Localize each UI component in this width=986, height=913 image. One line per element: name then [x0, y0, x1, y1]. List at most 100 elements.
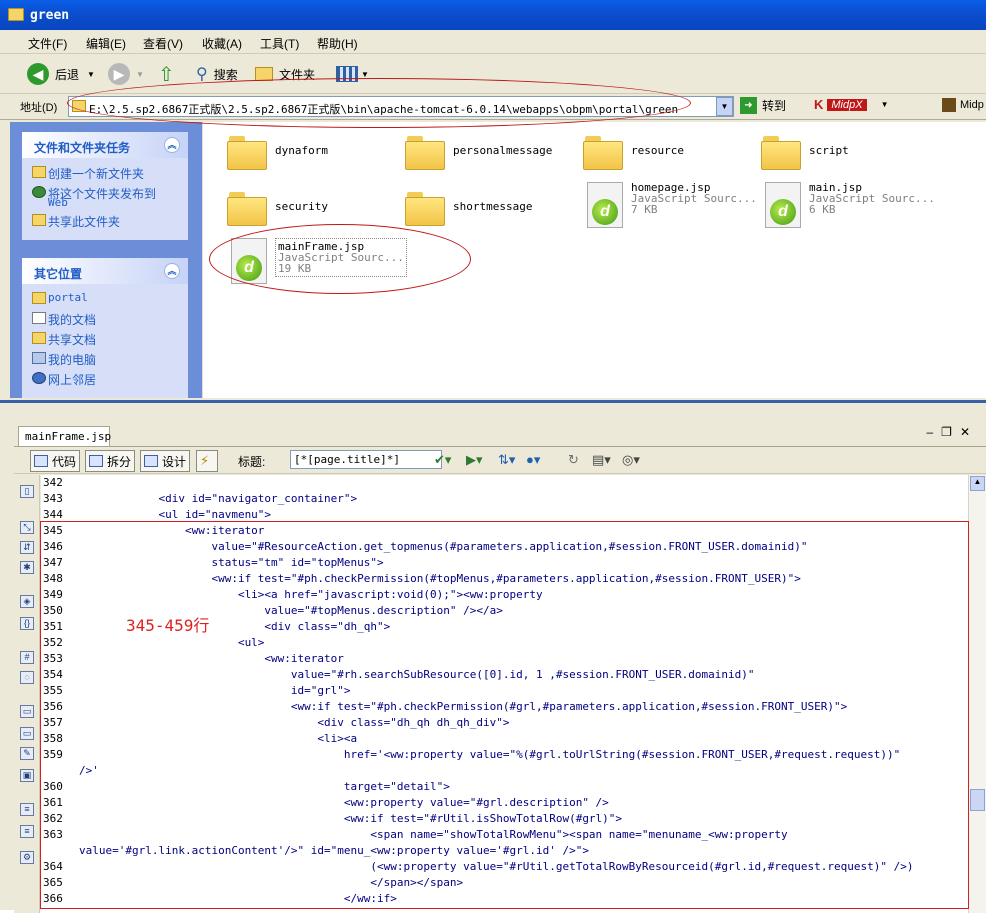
outdent-icon[interactable]: ≡ — [20, 825, 34, 838]
folder-item[interactable]: dynaform — [227, 130, 405, 180]
restore-icon[interactable]: ❐ — [941, 425, 960, 439]
folder-item[interactable]: resource — [583, 130, 761, 180]
file-tasks-header[interactable]: 文件和文件夹任务 ︽ — [22, 132, 188, 158]
code-line[interactable]: 366 </ww:if> — [41, 891, 397, 907]
title-bar[interactable]: green — [0, 0, 986, 30]
view-options-icon[interactable]: ▤▾ — [592, 452, 611, 468]
code-line[interactable]: 360 target="detail"> — [41, 779, 450, 795]
code-line[interactable]: 353 <ww:iterator — [41, 651, 344, 667]
folders-button[interactable]: 文件夹 — [255, 62, 315, 86]
folder-item[interactable]: script — [761, 130, 939, 180]
code-line[interactable]: 357 <div class="dh_qh dh_qh_div"> — [41, 715, 509, 731]
file-item-selected[interactable]: d mainFrame.jsp JavaScript Sourc... 19 K… — [231, 238, 409, 288]
code-line[interactable]: 356 <ww:if test="#ph.checkPermission(#gr… — [41, 699, 847, 715]
search-button[interactable]: ⚲ 搜索 — [196, 62, 238, 86]
refresh-icon[interactable]: ↻ — [568, 452, 579, 468]
folder-item[interactable]: shortmessage — [405, 186, 583, 236]
code-line[interactable]: 365 </span></span> — [41, 875, 463, 891]
collapse-tag-icon[interactable]: ⤡ — [20, 521, 34, 534]
browser-check-icon[interactable]: ●▾ — [526, 452, 540, 468]
address-dropdown-icon[interactable]: ▼ — [716, 97, 733, 116]
validate-icon[interactable]: ✔▾ — [434, 452, 451, 468]
back-button[interactable]: ◀ 后退 ▼ — [27, 62, 95, 86]
code-line[interactable]: 354 value="#rh.searchSubResource([0].id,… — [41, 667, 755, 683]
dropdown-icon[interactable]: ▼ — [136, 70, 144, 79]
scroll-thumb[interactable] — [970, 789, 985, 811]
midpx-button[interactable]: K MidpX ▼ — [814, 97, 889, 112]
document-tab[interactable]: mainFrame.jsp — [18, 426, 111, 446]
menu-favorites[interactable]: 收藏(A) — [202, 35, 242, 52]
other-places-header[interactable]: 其它位置 ︽ — [22, 258, 188, 284]
views-button[interactable]: ▼ — [336, 62, 369, 86]
code-line[interactable]: 343 <div id="navigator_container"> — [41, 491, 357, 507]
apply-comment-icon[interactable]: ▭ — [20, 705, 34, 718]
code-line[interactable]: 361 <ww:property value="#grl.description… — [41, 795, 609, 811]
menu-tools[interactable]: 工具(T) — [260, 35, 299, 52]
code-line[interactable]: 342 — [41, 475, 79, 491]
live-view-button[interactable]: ⚡ — [196, 450, 218, 472]
file-management-icon[interactable]: ⇅▾ — [498, 452, 515, 468]
address-input[interactable]: E:\2.5.sp2.6867正式版\2.5.sp2.6867正式版\bin\a… — [68, 96, 734, 117]
code-line[interactable]: 362 <ww:if test="#rUtil.isShowTotalRow(#… — [41, 811, 622, 827]
collapse-selection-icon[interactable]: ⇵ — [20, 541, 34, 554]
code-line[interactable]: 349 <li><a href="javascript:void(0);"><w… — [41, 587, 543, 603]
recent-snippets-icon[interactable]: ▣ — [20, 769, 34, 782]
code-line[interactable]: 359 href='<ww:property value="%(#grl.toU… — [41, 747, 900, 763]
place-shared-documents[interactable]: 共享文档 — [22, 328, 188, 348]
select-parent-tag-icon[interactable]: ◈ — [20, 595, 34, 608]
code-line[interactable]: 347 status="tm" id="topMenus"> — [41, 555, 384, 571]
code-view[interactable]: 342 343 <div id="navigator_container"> 344… — [41, 475, 968, 913]
code-line[interactable]: 355 id="grl"> — [41, 683, 351, 699]
task-new-folder[interactable]: 创建一个新文件夹 — [22, 162, 188, 182]
menu-file[interactable]: 文件(F) — [28, 35, 67, 52]
code-line[interactable]: 350 value="#topMenus.description" /></a> — [41, 603, 503, 619]
expand-all-icon[interactable]: ✱ — [20, 561, 34, 574]
task-publish-web[interactable]: 将这个文件夹发布到 — [22, 182, 188, 201]
code-line[interactable]: 348 <ww:if test="#ph.checkPermission(#to… — [41, 571, 801, 587]
place-portal[interactable]: portal — [22, 288, 188, 308]
task-publish-web-2[interactable]: Web — [22, 196, 188, 210]
line-numbers-icon[interactable]: # — [20, 651, 34, 664]
code-view-button[interactable]: 代码 — [30, 450, 81, 472]
place-network[interactable]: 网上邻居 — [22, 368, 188, 388]
scroll-up-icon[interactable]: ▲ — [970, 476, 985, 491]
collapse-chevron-icon[interactable]: ︽ — [164, 263, 180, 279]
remove-comment-icon[interactable]: ▭ — [20, 727, 34, 740]
go-button[interactable]: ➜ 转到 — [740, 97, 786, 114]
code-line[interactable]: 363 <span name="showTotalRowMenu"><span … — [41, 827, 788, 843]
menu-edit[interactable]: 编辑(E) — [86, 35, 126, 52]
file-item[interactable]: d homepage.jsp JavaScript Sourc... 7 KB — [587, 182, 765, 232]
place-my-computer[interactable]: 我的电脑 — [22, 348, 188, 368]
visual-aids-icon[interactable]: ◎▾ — [622, 452, 640, 468]
folder-item[interactable]: security — [227, 186, 405, 236]
preview-icon[interactable]: ▶▾ — [466, 452, 483, 468]
code-line[interactable]: 352 <ul> — [41, 635, 264, 651]
code-scrollbar[interactable]: ▲ — [968, 475, 986, 913]
code-line[interactable]: 346 value="#ResourceAction.get_topmenus(… — [41, 539, 807, 555]
page-title-input[interactable]: [*[page.title]*] — [290, 450, 442, 469]
file-item[interactable]: d main.jsp JavaScript Sourc... 6 KB — [765, 182, 943, 232]
open-documents-icon[interactable]: ▯ — [20, 485, 34, 498]
code-line[interactable]: />' — [41, 763, 99, 779]
task-share-folder[interactable]: 共享此文件夹 — [22, 210, 188, 230]
folder-item[interactable]: personalmessage — [405, 130, 583, 180]
collapse-chevron-icon[interactable]: ︽ — [164, 137, 180, 153]
code-line[interactable]: 351 <div class="dh_qh"> — [41, 619, 390, 635]
close-icon[interactable]: ✕ — [960, 425, 978, 439]
dropdown-icon[interactable]: ▼ — [87, 70, 95, 79]
up-folder-button[interactable]: ⇧ — [158, 62, 175, 86]
midp-button[interactable]: Midp — [942, 98, 984, 112]
code-line[interactable]: 345 <ww:iterator — [41, 523, 264, 539]
code-line[interactable]: value='#grl.link.actionContent'/>" id="m… — [41, 843, 589, 859]
highlight-invalid-icon[interactable]: ◌ — [20, 671, 34, 684]
format-source-icon[interactable]: ⚙ — [20, 851, 34, 864]
code-line[interactable]: 358 <li><a — [41, 731, 357, 747]
menu-view[interactable]: 查看(V) — [143, 35, 183, 52]
design-view-button[interactable]: 设计 — [140, 450, 191, 472]
wrap-tag-icon[interactable]: ✎ — [20, 747, 34, 760]
code-line[interactable]: 364 (<ww:property value="#rUtil.getTotal… — [41, 859, 913, 875]
place-my-documents[interactable]: 我的文档 — [22, 308, 188, 328]
minimize-icon[interactable]: ‒ — [926, 425, 941, 439]
menu-help[interactable]: 帮助(H) — [317, 35, 358, 52]
forward-button[interactable]: ▶ ▼ — [108, 62, 144, 86]
